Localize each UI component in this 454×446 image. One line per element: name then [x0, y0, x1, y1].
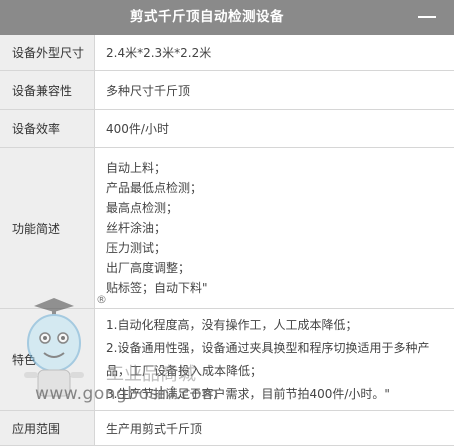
spec-row-compat: 设备兼容性 多种尺寸千斤顶 [0, 71, 454, 110]
spec-label: 应用范围 [0, 411, 95, 445]
feature-line: 1.自动化程度高，没有操作工，人工成本降低； [106, 317, 358, 332]
spec-value: 400件/小时 [96, 110, 454, 147]
function-item: 丝杆涂油； [106, 221, 167, 235]
spec-value: 2.4米*2.3米*2.2米 [96, 35, 454, 70]
function-item: 出厂高度调整； [106, 261, 191, 275]
feature-line: 品，工厂设备投入成本降低； [106, 363, 263, 378]
functions-list: 自动上料； 产品最低点检测； 最高点检测； 丝杆涂油； 压力测试； 出厂高度调整… [96, 148, 454, 308]
spec-row-efficiency: 设备效率 400件/小时 [0, 110, 454, 148]
panel-header: 剪式千斤顶自动检测设备 [0, 0, 454, 35]
function-item: 自动上料； [106, 161, 167, 175]
registered-mark: ® [96, 293, 107, 306]
feature-line: 2.设备通用性强，设备通过夹具换型和程序切换适用于多种产 [106, 340, 430, 355]
watermark-url: www.gongboshi.com [35, 384, 220, 404]
spec-row-application: 应用范围 生产用剪式千斤顶 [0, 411, 454, 446]
function-item: 压力测试； [106, 241, 167, 255]
function-item: 产品最低点检测； [106, 181, 203, 195]
spec-value: 多种尺寸千斤顶 [96, 71, 454, 109]
function-item: 最高点检测； [106, 201, 179, 215]
spec-label: 设备兼容性 [0, 71, 95, 109]
panel-title: 剪式千斤顶自动检测设备 [130, 9, 284, 25]
spec-label: 功能简述 [0, 148, 95, 308]
spec-row-functions: 功能简述 自动上料； 产品最低点检测； 最高点检测； 丝杆涂油； 压力测试； 出… [0, 148, 454, 309]
function-item: 贴标签；自动下料" [106, 281, 208, 295]
spec-row-size: 设备外型尺寸 2.4米*2.3米*2.2米 [0, 35, 454, 71]
spec-label: 设备外型尺寸 [0, 35, 95, 70]
product-spec-panel: 剪式千斤顶自动检测设备 设备外型尺寸 2.4米*2.3米*2.2米 设备兼容性 … [0, 0, 454, 446]
minus-icon[interactable] [418, 16, 436, 18]
spec-label: 设备效率 [0, 110, 95, 147]
spec-value: 生产用剪式千斤顶 [96, 411, 454, 445]
